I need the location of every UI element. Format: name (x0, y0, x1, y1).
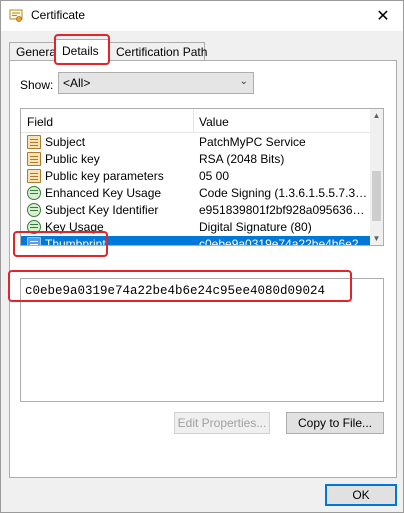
field-name: Enhanced Key Usage (45, 186, 162, 200)
field-value: Code Signing (1.3.6.1.5.5.7.3.3) (199, 186, 369, 200)
list-header: Field Value (21, 109, 371, 133)
scroll-down-icon[interactable]: ▼ (370, 232, 383, 245)
cert-field-icon (27, 169, 41, 183)
field-name: Public key (45, 152, 100, 166)
cert-field-icon (27, 152, 41, 166)
copy-to-file-button[interactable]: Copy to File... (286, 412, 384, 434)
certificate-icon (9, 9, 23, 22)
certificate-dialog: Certificate ✕ General Details Certificat… (0, 0, 404, 513)
list-rows: Subject PatchMyPC Service Public key RSA… (21, 134, 371, 246)
chevron-down-icon: ⌄ (239, 76, 248, 87)
ok-button[interactable]: OK (325, 484, 397, 506)
thumbprint-value-text: c0ebe9a0319e74a22be4b6e24c95ee4080d09024 (25, 284, 326, 298)
show-dropdown[interactable]: <All> ⌄ (58, 72, 254, 94)
list-row-public-key[interactable]: Public key RSA (2048 Bits) (21, 151, 371, 168)
window-title: Certificate (31, 8, 86, 22)
scroll-thumb[interactable] (372, 171, 381, 221)
column-divider[interactable] (193, 109, 194, 133)
cert-field-icon (27, 135, 41, 149)
list-row-subject[interactable]: Subject PatchMyPC Service (21, 134, 371, 151)
list-row-enhanced-key-usage[interactable]: Enhanced Key Usage Code Signing (1.3.6.1… (21, 185, 371, 202)
column-header-field[interactable]: Field (27, 115, 53, 129)
show-selected-value: <All> (63, 76, 91, 90)
tab-details[interactable]: Details (55, 39, 109, 62)
close-button[interactable]: ✕ (363, 1, 403, 31)
list-scrollbar[interactable]: ▲ ▼ (370, 109, 383, 245)
field-name: Public key parameters (45, 169, 164, 183)
extension-icon (27, 186, 41, 200)
list-row-thumbprint[interactable]: Thumbprint c0ebe9a0319e74a22be4b6e2... (21, 236, 371, 246)
list-row-subject-key-identifier[interactable]: Subject Key Identifier e951839801f2bf928… (21, 202, 371, 219)
field-value: c0ebe9a0319e74a22be4b6e2... (199, 237, 369, 246)
tab-strip: General Details Certification Path (9, 39, 397, 62)
column-header-value[interactable]: Value (199, 115, 229, 129)
field-value-textbox[interactable]: c0ebe9a0319e74a22be4b6e24c95ee4080d09024 (20, 278, 384, 402)
field-name: Key Usage (45, 220, 104, 234)
fields-list: Field Value Subject PatchMyPC Service Pu… (20, 108, 384, 246)
show-label: Show: (20, 78, 54, 92)
field-value: PatchMyPC Service (199, 135, 306, 149)
edit-properties-button[interactable]: Edit Properties... (174, 412, 270, 434)
list-row-public-key-parameters[interactable]: Public key parameters 05 00 (21, 168, 371, 185)
scroll-up-icon[interactable]: ▲ (370, 109, 383, 122)
field-name: Subject Key Identifier (45, 203, 159, 217)
title-bar: Certificate ✕ (1, 1, 403, 31)
field-value: e951839801f2bf928a095636e... (199, 203, 369, 217)
field-name: Thumbprint (45, 237, 106, 246)
field-value: 05 00 (199, 169, 230, 183)
tab-certification-path[interactable]: Certification Path (109, 42, 207, 61)
close-icon: ✕ (376, 8, 390, 25)
cert-field-icon (27, 237, 41, 245)
field-value: Digital Signature (80) (199, 220, 312, 234)
field-name: Subject (45, 135, 86, 149)
field-value: RSA (2048 Bits) (199, 152, 285, 166)
details-panel: Show: <All> ⌄ Field Value Subject PatchM… (9, 60, 397, 478)
tab-general[interactable]: General (9, 42, 59, 61)
extension-icon (27, 203, 41, 217)
extension-icon (27, 220, 41, 234)
list-row-key-usage[interactable]: Key Usage Digital Signature (80) (21, 219, 371, 236)
